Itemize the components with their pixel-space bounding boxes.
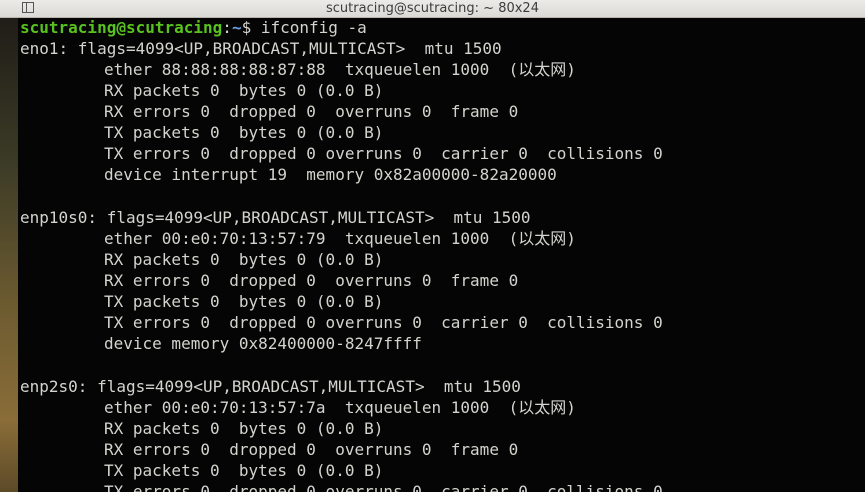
desktop-background (0, 16, 20, 492)
interface-detail-line: device interrupt 19 memory 0x82a00000-82… (104, 165, 557, 184)
interface-detail-line: ether 88:88:88:88:87:88 txqueuelen 1000 … (104, 60, 576, 79)
interface-detail-line: TX packets 0 bytes 0 (0.0 B) (104, 292, 384, 311)
window-title: scutracing@scutracing: ~ 80x24 (326, 1, 539, 16)
window-titlebar[interactable]: scutracing@scutracing: ~ 80x24 (0, 0, 865, 18)
prompt-user-host: scutracing@scutracing (20, 18, 223, 37)
interface-detail-line-partial: TX errors 0 dropped 0 overruns 0 carrier… (104, 482, 663, 492)
screen: scutracing@scutracing: ~ 80x24 scutracin… (0, 0, 865, 492)
interface-detail-line: RX errors 0 dropped 0 overruns 0 frame 0 (104, 271, 519, 290)
interface-detail-line: device memory 0x82400000-8247ffff (104, 334, 422, 353)
interface-detail-line: RX errors 0 dropped 0 overruns 0 frame 0 (104, 440, 519, 459)
prompt-symbol: $ (241, 18, 261, 37)
terminal-output[interactable]: scutracing@scutracing:~$ ifconfig -a eno… (18, 18, 865, 492)
prompt-line: scutracing@scutracing:~$ ifconfig -a (20, 18, 367, 38)
interface-header: enp10s0: flags=4099<UP,BROADCAST,MULTICA… (20, 208, 531, 227)
interface-detail-line: ether 00:e0:70:13:57:79 txqueuelen 1000 … (104, 229, 576, 248)
prompt-path: ~ (231, 18, 242, 37)
interface-header: eno1: flags=4099<UP,BROADCAST,MULTICAST>… (20, 39, 502, 58)
interface-detail-line: TX packets 0 bytes 0 (0.0 B) (104, 123, 384, 142)
interface-detail-line: RX packets 0 bytes 0 (0.0 B) (104, 419, 384, 438)
prompt-separator: : (222, 18, 232, 37)
interface-detail-line: TX errors 0 dropped 0 overruns 0 carrier… (104, 313, 663, 332)
interface-detail-line: RX packets 0 bytes 0 (0.0 B) (104, 250, 384, 269)
interface-detail-line: RX errors 0 dropped 0 overruns 0 frame 0 (104, 102, 519, 121)
interface-detail-line: ether 00:e0:70:13:57:7a txqueuelen 1000 … (104, 398, 576, 417)
interface-detail-line: RX packets 0 bytes 0 (0.0 B) (104, 81, 384, 100)
interface-header: enp2s0: flags=4099<UP,BROADCAST,MULTICAS… (20, 377, 521, 396)
interface-detail-line: TX packets 0 bytes 0 (0.0 B) (104, 461, 384, 480)
prompt-command: ifconfig -a (260, 18, 367, 37)
interface-detail-line: TX errors 0 dropped 0 overruns 0 carrier… (104, 144, 663, 163)
